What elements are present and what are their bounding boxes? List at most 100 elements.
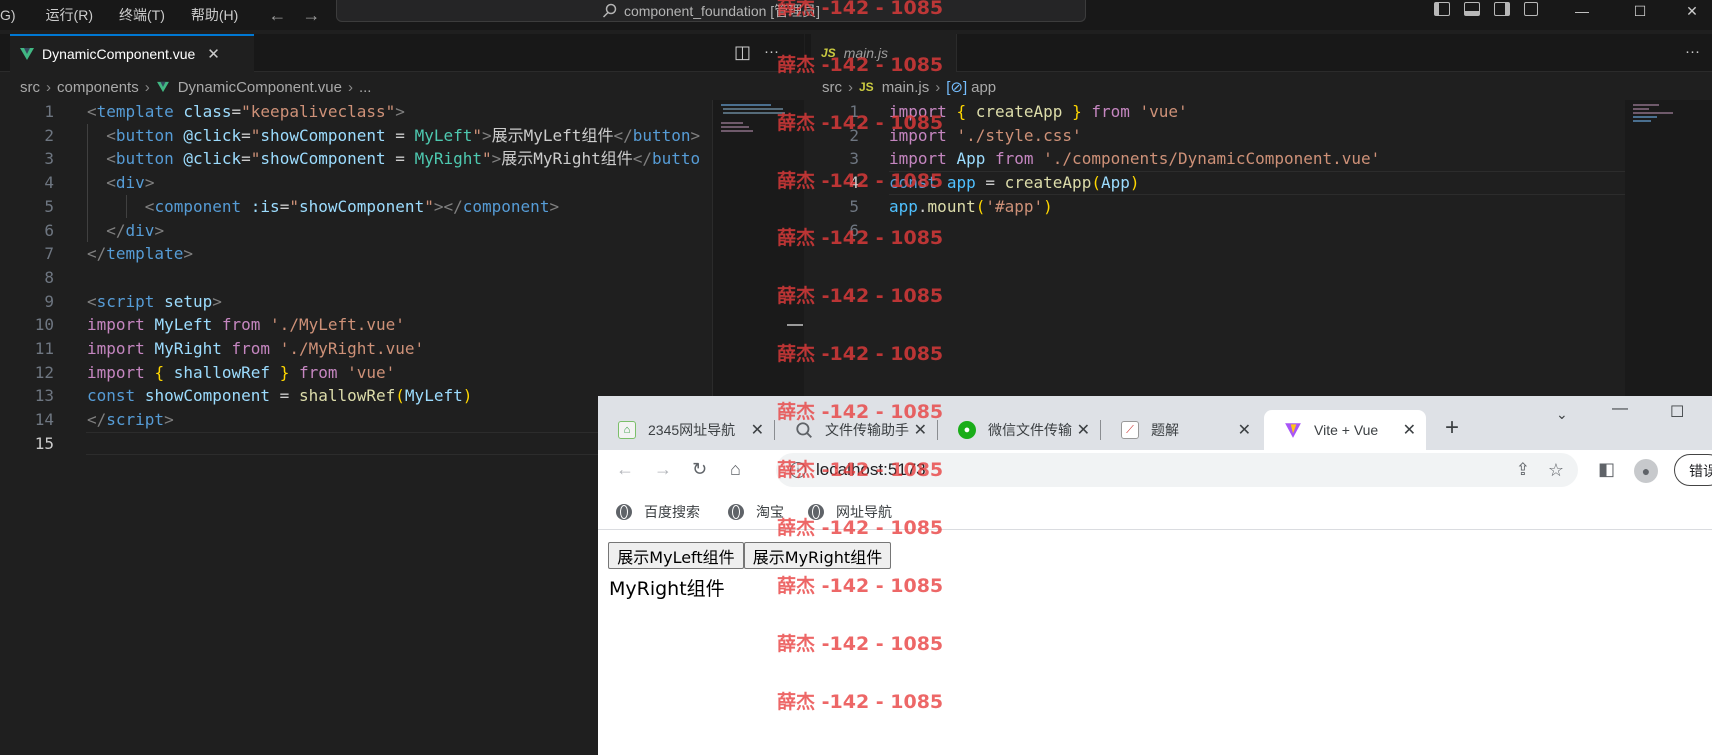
- right-code-editor[interactable]: 1 2 3 4 5 6 import { createApp } from 'v…: [805, 100, 1625, 400]
- code-line: </div>: [106, 220, 165, 240]
- chevron-right-icon: ›: [935, 78, 941, 96]
- code-line: <button @click="showComponent = MyRight"…: [106, 149, 701, 169]
- breadcrumb-symbol[interactable]: app: [971, 79, 996, 96]
- bookmark-taobao[interactable]: 淘宝: [728, 502, 784, 522]
- toggle-secondary-sidebar-icon[interactable]: [1494, 2, 1510, 16]
- browser-tab-file-transfer[interactable]: 文件传输助手 ✕: [775, 410, 937, 450]
- line-number: 4: [44, 173, 54, 193]
- url-text[interactable]: localhost:5173: [816, 460, 926, 480]
- line-number: 6: [849, 220, 859, 240]
- code-line: const app = createApp(App): [889, 173, 1140, 193]
- browser-tab-label: 题解: [1151, 422, 1179, 438]
- show-myleft-button[interactable]: 展示MyLeft组件: [608, 542, 744, 569]
- tab-search-icon[interactable]: ⌄: [1556, 406, 1568, 423]
- line-number: 1: [849, 102, 859, 121]
- search-favicon: [796, 422, 812, 438]
- side-panel-icon[interactable]: ◧: [1598, 459, 1615, 480]
- new-tab-button[interactable]: +: [1445, 414, 1459, 442]
- browser-tab-2345[interactable]: ⌂ 2345网址导航 ✕: [598, 410, 774, 450]
- browser-tab-vite-vue[interactable]: Vite + Vue ✕: [1264, 410, 1426, 450]
- reload-icon[interactable]: ↻: [692, 459, 707, 480]
- browser-tab-wechat[interactable]: ● 微信文件传输 ✕: [938, 410, 1100, 450]
- line-number: 3: [44, 149, 54, 169]
- bookmark-nav[interactable]: 网址导航: [808, 502, 892, 522]
- site-info-icon[interactable]: i: [790, 462, 806, 478]
- breadcrumb-symbol[interactable]: ...: [359, 79, 372, 96]
- profile-avatar[interactable]: ●: [1634, 459, 1658, 483]
- line-number: 10: [34, 315, 54, 335]
- code-line: app.mount('#app'): [889, 196, 1053, 216]
- line-number: 1: [44, 102, 54, 121]
- back-arrow-icon[interactable]: ←: [260, 5, 294, 26]
- globe-icon: [728, 504, 744, 520]
- browser-tab-label: 文件传输助手: [825, 422, 909, 438]
- chevron-right-icon: ›: [848, 78, 853, 96]
- menu-run[interactable]: 运行(R): [38, 0, 101, 30]
- home-icon[interactable]: ⌂: [730, 459, 741, 480]
- globe-icon: [808, 504, 824, 520]
- tab-main-js[interactable]: JS main.js: [811, 34, 957, 72]
- split-editor-icon[interactable]: ◫: [734, 42, 751, 63]
- browser-maximize-button[interactable]: ☐: [1670, 402, 1684, 422]
- code-line: </script>: [87, 410, 174, 430]
- symbol-variable-icon: [⊘]: [946, 79, 968, 96]
- address-bar[interactable]: i localhost:5173 ⇪ ☆: [776, 453, 1578, 487]
- close-tab-icon[interactable]: ✕: [751, 420, 764, 440]
- forward-arrow-icon[interactable]: →: [294, 5, 328, 26]
- close-tab-icon[interactable]: ✕: [1077, 420, 1090, 440]
- bookmarks-bar: 百度搜索 淘宝 网址导航: [598, 492, 1712, 530]
- close-tab-icon[interactable]: ✕: [1403, 420, 1416, 440]
- command-center-label: component_foundation [管理员]: [623, 2, 821, 19]
- toggle-panel-icon[interactable]: [1464, 2, 1480, 16]
- back-icon[interactable]: ←: [616, 459, 634, 480]
- right-minimap[interactable]: [1625, 100, 1712, 396]
- maximize-button[interactable]: ☐: [1620, 0, 1660, 22]
- code-line: import MyRight from './MyRight.vue': [87, 339, 425, 358]
- line-number: 9: [44, 291, 54, 311]
- menu-help[interactable]: 帮助(H): [183, 0, 246, 30]
- breadcrumb-file[interactable]: main.js: [882, 79, 930, 96]
- chart-favicon: ⟋: [1121, 421, 1139, 439]
- breadcrumb-src[interactable]: src: [822, 79, 842, 96]
- forward-icon[interactable]: →: [654, 459, 672, 480]
- minimize-button[interactable]: —: [1562, 0, 1602, 22]
- bookmark-label: 百度搜索: [644, 504, 700, 520]
- command-center[interactable]: component_foundation [管理员]: [336, 0, 1086, 22]
- bookmark-star-icon[interactable]: ☆: [1548, 460, 1564, 481]
- search-icon: [602, 3, 617, 18]
- close-window-button[interactable]: ✕: [1672, 0, 1712, 22]
- browser-window: ⌂ 2345网址导航 ✕ 文件传输助手 ✕ ● 微信文件传输 ✕ ⟋ 题解 ✕ …: [598, 396, 1712, 755]
- toggle-sidebar-icon[interactable]: [1434, 2, 1450, 16]
- rendered-component-text: MyRight组件: [609, 578, 725, 600]
- browser-tab-solution[interactable]: ⟋ 题解 ✕: [1101, 410, 1261, 450]
- breadcrumb-src[interactable]: src: [20, 79, 40, 96]
- code-line: import App from './components/DynamicCom…: [889, 149, 1381, 169]
- code-line: <template class="keepaliveclass">: [87, 102, 405, 121]
- code-line: import './style.css': [889, 125, 1082, 145]
- more-actions-icon[interactable]: ···: [764, 43, 779, 60]
- menu-go[interactable]: G): [0, 0, 24, 30]
- menu-terminal[interactable]: 终端(T): [111, 0, 173, 30]
- tab-label: main.js: [843, 45, 889, 61]
- error-button[interactable]: 错误: [1674, 454, 1712, 486]
- bookmark-baidu[interactable]: 百度搜索: [616, 502, 700, 522]
- browser-tab-label: 微信文件传输: [988, 422, 1072, 438]
- breadcrumb-components[interactable]: components: [57, 79, 139, 96]
- browser-minimize-button[interactable]: —: [1612, 400, 1628, 418]
- share-icon[interactable]: ⇪: [1516, 460, 1530, 480]
- js-file-icon: JS: [859, 80, 874, 94]
- more-actions-icon[interactable]: ···: [1685, 43, 1700, 60]
- line-number: 2: [849, 125, 859, 145]
- vue-file-icon: [156, 81, 169, 93]
- customize-layout-icon[interactable]: [1524, 2, 1538, 16]
- show-myright-button[interactable]: 展示MyRight组件: [744, 542, 891, 569]
- code-line: <button @click="showComponent = MyLeft">…: [106, 125, 701, 145]
- close-icon[interactable]: ✕: [207, 45, 220, 63]
- close-tab-icon[interactable]: ✕: [1238, 420, 1251, 440]
- browser-toolbar: ← → ↻ ⌂ i localhost:5173 ⇪ ☆ ◧ ● 错误: [598, 450, 1712, 492]
- close-tab-icon[interactable]: ✕: [914, 420, 927, 440]
- breadcrumb-file[interactable]: DynamicComponent.vue: [178, 79, 342, 96]
- tab-dynamic-component[interactable]: DynamicComponent.vue ✕: [10, 34, 254, 72]
- js-file-icon: JS: [821, 46, 836, 60]
- line-number: 13: [34, 386, 54, 406]
